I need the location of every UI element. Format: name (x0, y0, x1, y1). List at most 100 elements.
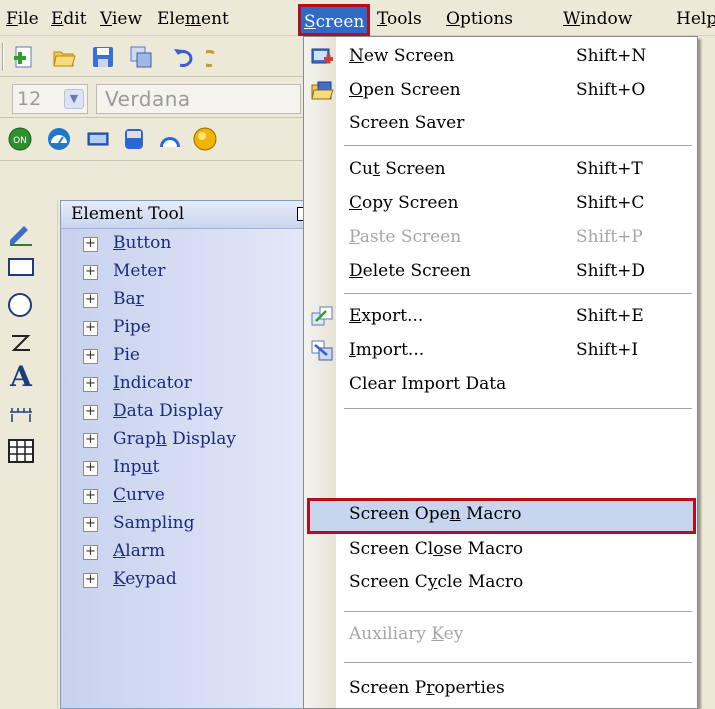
switch-on-icon[interactable]: ON (8, 127, 32, 151)
export-icon (311, 306, 333, 326)
expand-icon[interactable]: + (83, 293, 98, 308)
meter-icon[interactable] (47, 127, 71, 151)
tree-item-input[interactable]: + Input (61, 455, 306, 483)
open-folder-icon[interactable] (52, 45, 76, 69)
expand-icon[interactable]: + (83, 349, 98, 364)
menu-screen-key: S (304, 12, 316, 32)
menu-screen[interactable]: Screen (298, 4, 371, 36)
svg-text:ON: ON (13, 136, 27, 146)
menu-element-rest: ent (201, 9, 229, 29)
menu-tools[interactable]: Tools (377, 8, 422, 32)
menu-item-cut-screen[interactable]: Cut Screen Shift+T (304, 154, 697, 188)
redo-icon[interactable] (206, 45, 230, 69)
menu-view[interactable]: View (100, 8, 142, 32)
expand-icon[interactable]: + (83, 573, 98, 588)
menu-item-export[interactable]: Export... Shift+E (304, 301, 697, 335)
menu-item-screen-close-macro[interactable]: Screen Close Macro (304, 534, 697, 568)
menu-item-label: Cut Screen (349, 159, 446, 179)
label-rest: Macro (460, 504, 522, 524)
label-key: K (113, 569, 126, 589)
tree-item-button[interactable]: + Button (61, 231, 306, 259)
tree-item-bar[interactable]: + Bar (61, 287, 306, 315)
menu-edit[interactable]: Edit (51, 8, 87, 32)
font-name-select[interactable]: Verdana (96, 84, 301, 114)
label-key: E (349, 306, 362, 326)
menu-help[interactable]: Help (676, 8, 715, 32)
tree-item-label: Sampling (113, 513, 195, 533)
menu-separator (344, 662, 692, 664)
tree-item-meter[interactable]: + Meter (61, 259, 306, 287)
menu-item-clear-import-data[interactable]: Clear Import Data (304, 369, 697, 403)
indicator-lamp-icon[interactable] (193, 127, 217, 151)
undo-icon[interactable] (172, 45, 196, 69)
font-size-select[interactable]: 12 ▼ (12, 84, 88, 114)
expand-icon[interactable]: + (83, 489, 98, 504)
save-icon[interactable] (91, 45, 115, 69)
element-toolbar: ON (0, 119, 305, 161)
bar-element-icon[interactable] (86, 127, 110, 151)
menu-item-import[interactable]: Import... Shift+I (304, 335, 697, 369)
new-file-icon[interactable] (12, 45, 36, 69)
expand-icon[interactable]: + (83, 265, 98, 280)
label-rest: Display (166, 429, 236, 449)
menu-item-screen-cycle-macro[interactable]: Screen Cycle Macro (304, 567, 697, 601)
tree-item-keypad[interactable]: + Keypad (61, 567, 306, 595)
tree-item-sampling[interactable]: + Sampling (61, 511, 306, 539)
tree-item-pie[interactable]: + Pie (61, 343, 306, 371)
rectangle-icon[interactable] (6, 252, 36, 282)
menu-file[interactable]: File (6, 8, 39, 32)
expand-icon[interactable]: + (83, 517, 98, 532)
label-pre: Ba (113, 289, 136, 309)
chevron-down-icon[interactable]: ▼ (64, 89, 84, 109)
label-key: r (135, 289, 144, 309)
expand-icon[interactable]: + (83, 461, 98, 476)
menu-window-rest: indow (580, 9, 633, 29)
menu-item-label: Open Screen (349, 80, 461, 100)
menu-item-shortcut: Shift+I (576, 340, 639, 360)
save-as-icon[interactable] (129, 45, 153, 69)
scale-icon[interactable] (6, 400, 36, 430)
menu-item-screen-open-macro[interactable]: Screen Open Macro (304, 499, 697, 533)
menu-window[interactable]: Window (563, 8, 632, 32)
label-key: D (113, 401, 127, 421)
menu-item-screen-properties[interactable]: Screen Properties (304, 673, 697, 707)
label-key: t (372, 159, 380, 179)
expand-icon[interactable]: + (83, 433, 98, 448)
expand-icon[interactable]: + (83, 377, 98, 392)
menu-item-delete-screen[interactable]: Delete Screen Shift+D (304, 256, 697, 290)
tree-item-indicator[interactable]: + Indicator (61, 371, 306, 399)
menu-options[interactable]: Options (446, 8, 513, 32)
menu-item-open-screen[interactable]: Open Screen Shift+O (304, 75, 697, 109)
menu-help-pre: Hel (676, 9, 707, 29)
label-pre: Screen Cl (349, 539, 434, 559)
pencil-icon[interactable] (6, 218, 36, 248)
menu-item-copy-screen[interactable]: Copy Screen Shift+C (304, 188, 697, 222)
label-rest: mport... (355, 340, 425, 360)
expand-icon[interactable]: + (83, 237, 98, 252)
text-tool-icon[interactable]: A (6, 362, 36, 392)
menu-element[interactable]: Element (157, 8, 229, 32)
menu-file-rest: ile (17, 9, 39, 29)
tree-item-data-display[interactable]: + Data Display (61, 399, 306, 427)
standard-toolbar (0, 37, 305, 77)
tree-item-pipe[interactable]: + Pipe (61, 315, 306, 343)
expand-icon[interactable]: + (83, 545, 98, 560)
circle-icon[interactable] (6, 290, 36, 320)
tank-icon[interactable] (122, 127, 146, 151)
label-rest: ew Screen (363, 46, 455, 66)
menu-item-screen-saver[interactable]: Screen Saver (304, 108, 697, 142)
panel-title-text: Element Tool (71, 204, 185, 224)
tree-item-alarm[interactable]: + Alarm (61, 539, 306, 567)
tree-item-graph-display[interactable]: + Graph Display (61, 427, 306, 455)
expand-icon[interactable]: + (83, 321, 98, 336)
menu-item-new-screen[interactable]: New Screen Shift+N (304, 41, 697, 75)
table-icon[interactable] (6, 436, 36, 466)
screen-menu-dropdown: New Screen Shift+N Open Screen Shift+O S… (303, 36, 698, 709)
expand-icon[interactable]: + (83, 405, 98, 420)
label-key: I (349, 340, 356, 360)
polyline-icon[interactable] (6, 328, 36, 358)
tree-item-curve[interactable]: + Curve (61, 483, 306, 511)
gauge-icon[interactable] (158, 127, 182, 151)
label-rest: eypad (125, 569, 177, 589)
label-rest: larm (125, 541, 166, 561)
